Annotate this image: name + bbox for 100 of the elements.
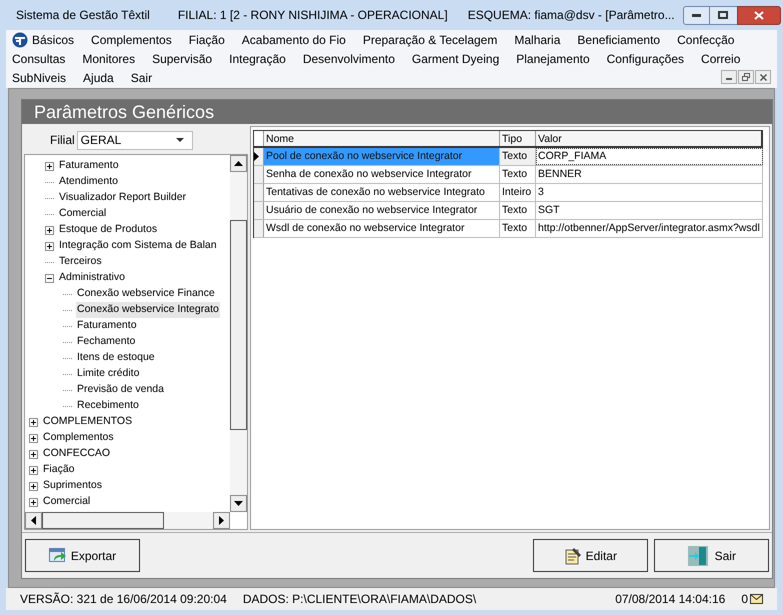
menu-item[interactable]: Desenvolvimento: [302, 50, 395, 68]
close-button[interactable]: [736, 6, 781, 24]
menu-item[interactable]: SubNiveis: [12, 68, 66, 86]
scroll-down-button[interactable]: [230, 495, 247, 512]
minimize-button[interactable]: [682, 6, 710, 24]
tree-item[interactable]: Comercial: [42, 494, 92, 510]
minimize-icon: [692, 14, 701, 16]
column-header[interactable]: Valor: [536, 131, 763, 146]
envelope-icon: [750, 594, 763, 604]
table-cell: Texto: [500, 202, 536, 219]
expand-icon[interactable]: [29, 482, 38, 490]
scroll-left-button[interactable]: [25, 512, 42, 529]
filial-value: GERAL: [80, 132, 122, 149]
menu-item[interactable]: Supervisão: [152, 50, 212, 68]
export-button[interactable]: Exportar: [25, 539, 140, 572]
tree-item[interactable]: Visualizador Report Builder: [58, 190, 188, 206]
expand-icon[interactable]: [45, 242, 54, 250]
table-cell: Senha de conexão no webservice Integrator: [264, 166, 500, 183]
dropdown-arrow-icon: [176, 138, 184, 142]
tree-item[interactable]: Limite crédito: [76, 366, 140, 382]
scroll-right-button[interactable]: [213, 512, 230, 529]
tree-item[interactable]: Faturamento: [76, 318, 138, 334]
datetime-label: 07/08/2014 14:04:16: [615, 591, 726, 608]
tree-item[interactable]: CONFECCAO: [42, 446, 112, 462]
menu-item[interactable]: Ajuda: [83, 68, 114, 86]
tree-item[interactable]: Fiação: [42, 462, 76, 478]
menu-item[interactable]: Preparação & Tecelagem: [362, 30, 498, 48]
tree-item[interactable]: Previsão de venda: [76, 382, 165, 398]
tree-item[interactable]: Atendimento: [58, 174, 119, 190]
menu-item[interactable]: Planejamento: [516, 50, 590, 68]
table-cell: Texto: [500, 148, 536, 165]
horizontal-scrollbar[interactable]: [25, 512, 230, 529]
menu-item[interactable]: Malharia: [514, 30, 560, 48]
expand-icon[interactable]: [45, 226, 54, 234]
expand-icon[interactable]: [45, 162, 54, 170]
menu-item[interactable]: Monitores: [82, 50, 136, 68]
table-cell: Inteiro: [500, 184, 536, 201]
edit-icon: [564, 546, 582, 564]
expand-icon[interactable]: [29, 434, 38, 442]
column-header[interactable]: Nome: [264, 131, 500, 146]
vertical-scrollbar[interactable]: [230, 155, 247, 512]
tree-item[interactable]: Administrativo: [58, 270, 126, 286]
tree-item[interactable]: Conexão webservice Integrato: [76, 302, 220, 318]
tree-item[interactable]: Fechamento: [76, 334, 136, 350]
tree-item[interactable]: Conexão webservice Finance: [76, 286, 216, 302]
expand-icon[interactable]: [29, 498, 38, 506]
menu-item[interactable]: Beneficiamento: [577, 30, 660, 48]
scroll-thumb[interactable]: [42, 512, 164, 529]
maximize-button[interactable]: [710, 6, 737, 24]
edit-button[interactable]: Editar: [532, 539, 648, 572]
window-subtitle: FILIAL: 1 [2 - RONY NISHIJIMA - OPERACIONAL]: [178, 7, 448, 24]
scroll-up-button[interactable]: [230, 155, 247, 172]
table-cell: Pool de conexão no webservice Integrator: [264, 148, 500, 165]
window-subtitle: ESQUEMA: fiama@dsv - [Parâmetro...: [468, 7, 675, 24]
exit-button[interactable]: Sair: [654, 539, 769, 572]
maximize-icon: [718, 11, 728, 19]
tree-item[interactable]: Complementos: [42, 430, 115, 446]
table-cell: http://otbenner/AppServer/integrator.asmx?wsdl: [536, 220, 763, 237]
current-row-icon: [254, 152, 259, 161]
row-indicator[interactable]: [254, 148, 264, 165]
tree-item[interactable]: Faturamento: [58, 158, 120, 174]
left-arrow-icon: [31, 516, 36, 525]
tree-item[interactable]: Suprimentos: [42, 478, 103, 494]
tree-item[interactable]: Terceiros: [58, 254, 103, 270]
expand-icon[interactable]: [29, 418, 38, 426]
menu-item[interactable]: Básicos: [32, 30, 74, 48]
menu-item[interactable]: Fiação: [188, 30, 225, 48]
column-header[interactable]: Tipo: [500, 131, 536, 146]
tree-item[interactable]: COMPLEMENTOS: [42, 414, 134, 430]
table-cell: CORP_FIAMA: [536, 148, 763, 165]
menu-item[interactable]: Sair: [130, 68, 152, 86]
tree-item[interactable]: Itens de estoque: [76, 350, 156, 366]
expand-icon[interactable]: [29, 450, 38, 458]
menu-item[interactable]: Garment Dyeing: [412, 50, 500, 68]
menu-item[interactable]: Confecção: [677, 30, 734, 48]
exit-door-icon: [686, 544, 709, 566]
tree-item[interactable]: Estoque de Produtos: [58, 222, 158, 238]
mdi-minimize-button[interactable]: [721, 70, 737, 84]
menu-item[interactable]: Complementos: [91, 30, 172, 48]
expand-icon[interactable]: [29, 466, 38, 474]
down-arrow-icon: [234, 501, 243, 506]
mdi-close-button[interactable]: [755, 70, 771, 84]
tree-item[interactable]: Integração com Sistema de Balan: [58, 238, 218, 254]
filial-dropdown[interactable]: GERAL: [76, 130, 193, 150]
tree-item[interactable]: Recebimento: [76, 398, 140, 414]
menu-item[interactable]: Consultas: [12, 50, 66, 68]
table-cell: Wsdl de conexão no webservice Integrator: [264, 220, 500, 237]
mdi-restore-button[interactable]: [738, 70, 754, 84]
menu-item[interactable]: Integração: [229, 50, 286, 68]
collapse-icon[interactable]: [45, 274, 54, 282]
table-cell: Usuário de conexão no webservice Integrator: [264, 202, 500, 219]
table-cell: SGT: [536, 202, 763, 219]
table-cell: BENNER: [536, 166, 763, 183]
close-icon: [754, 10, 764, 20]
form-title: Parâmetros Genéricos: [22, 100, 772, 124]
menu-item[interactable]: Configurações: [606, 50, 684, 68]
tree-item[interactable]: Comercial: [58, 206, 108, 222]
menu-item[interactable]: Correio: [701, 50, 740, 68]
scroll-thumb[interactable]: [230, 220, 247, 430]
menu-item[interactable]: Acabamento do Fio: [242, 30, 346, 48]
